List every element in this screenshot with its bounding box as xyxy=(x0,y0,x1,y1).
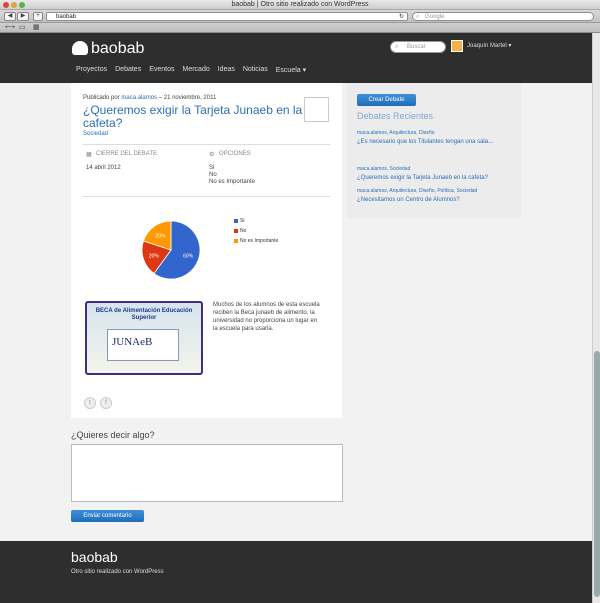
scrollbar-thumb[interactable] xyxy=(594,351,600,597)
site-footer: baobab Otro sitio realizado con WordPres… xyxy=(0,541,592,603)
reload-icon[interactable]: ↻ xyxy=(399,13,404,21)
option-no-es-importante: No es Importante xyxy=(209,179,256,185)
legend-item-no-es-importante: No es Importante xyxy=(234,238,278,244)
recent-debate-meta[interactable]: maca.alamos, Arquitectura, Diseño, Polít… xyxy=(357,187,517,196)
top-sites-icon[interactable]: ▦ xyxy=(33,23,40,33)
recent-debate-item: maca.alamos, Sociedad ¿Queremos exigir l… xyxy=(357,165,517,183)
calendar-icon: ▦ xyxy=(86,152,92,158)
chart-legend: Si No No es Importante xyxy=(234,218,278,248)
author-link[interactable]: maca.alamos xyxy=(121,95,157,101)
nav-item-noticias[interactable]: Noticias xyxy=(243,66,268,74)
search-icon: ⌕ xyxy=(416,14,420,20)
page-scrollbar[interactable] xyxy=(592,33,600,603)
url-text: baobab xyxy=(56,14,77,20)
close-window-button[interactable] xyxy=(3,2,9,8)
legend-swatch xyxy=(234,229,238,233)
pie-data-label: 20% xyxy=(155,233,166,239)
legend-label: No es Importante xyxy=(240,238,279,244)
nav-item-debates[interactable]: Debates xyxy=(115,66,141,74)
recent-debate-item: maca.alamos, Arquitectura, Diseño, Polít… xyxy=(357,187,517,205)
recent-debate-link[interactable]: ¿Necesitamos un Centro de Alumnos? xyxy=(357,196,517,205)
bookmarks-bar: ⟷ ▭ ▦ xyxy=(0,23,600,33)
legend-label: Si xyxy=(240,218,245,224)
option-no: No xyxy=(209,172,217,178)
legend-item-si: Si xyxy=(234,218,278,224)
minimize-window-button[interactable] xyxy=(11,2,17,8)
footer-logo[interactable]: baobab xyxy=(71,549,118,565)
user-avatar[interactable] xyxy=(451,40,463,52)
nav-item-ideas[interactable]: Ideas xyxy=(218,66,235,74)
recent-debate-meta[interactable]: maca.alamos, Sociedad xyxy=(357,165,517,174)
beca-image-title: BECA de Alimentación Educación Superior xyxy=(95,308,193,321)
create-debate-button[interactable]: Crear Debate xyxy=(357,94,416,106)
bookmarks-icon[interactable]: ▭ xyxy=(19,23,26,33)
comment-textarea[interactable] xyxy=(71,444,343,502)
sidebar: Crear Debate Debates Recientes maca.alam… xyxy=(347,83,521,218)
published-prefix: Publicado por xyxy=(83,95,120,101)
options-icon: ⚙ xyxy=(209,152,215,158)
junaeb-logo: JUNAeB xyxy=(112,336,153,348)
back-button[interactable]: ◀ xyxy=(4,12,16,21)
site-search-input[interactable]: ⌕ Buscar xyxy=(390,41,446,53)
post-thumbnail xyxy=(304,97,329,122)
options-label: OPCIONES xyxy=(219,151,251,157)
nav-item-eventos[interactable]: Eventos xyxy=(149,66,174,74)
baobab-logo-icon[interactable] xyxy=(72,41,88,55)
footer-tagline: Otro sitio realizado con WordPress xyxy=(71,569,164,575)
recent-debates-heading: Debates Recientes xyxy=(357,111,434,121)
post-body: Muchos de los alumnos de esta escuela re… xyxy=(213,302,320,332)
window-titlebar: baobab | Otro sitio realizado con WordPr… xyxy=(0,0,600,10)
post-title[interactable]: ¿Queremos exigir la Tarjeta Junaeb en la… xyxy=(83,104,303,130)
recent-debate-meta[interactable]: maca.alamos, Arquitectura, Diseño xyxy=(357,129,517,138)
category-link[interactable]: Sociedad xyxy=(83,131,108,137)
junaeb-logo-box: JUNAeB xyxy=(107,329,179,361)
recent-debate-link[interactable]: ¿Es necesario que los Titulantes tengan … xyxy=(357,138,517,147)
window-title: baobab | Otro sitio realizado con WordPr… xyxy=(231,1,369,8)
site-search-placeholder: Buscar xyxy=(407,44,426,50)
recent-debate-item: maca.alamos, Arquitectura, Diseño ¿Es ne… xyxy=(357,129,517,147)
close-date-label: CIERRE DEL DEBATE xyxy=(96,151,158,157)
site-logo[interactable]: baobab xyxy=(91,40,144,58)
debate-post: Publicado por maca.alamos – 21 noviembre… xyxy=(71,83,342,418)
twitter-share-icon[interactable]: t xyxy=(84,397,96,409)
poll-pie-chart: 60% 20% 20% xyxy=(141,220,201,280)
pie-data-label: 20% xyxy=(149,254,160,260)
forward-button[interactable]: ▶ xyxy=(17,12,29,21)
divider xyxy=(83,144,330,145)
legend-label: No xyxy=(240,228,247,234)
post-meta: Publicado por maca.alamos – 21 noviembre… xyxy=(83,95,216,101)
option-si: Si xyxy=(209,165,215,171)
pie-data-label: 60% xyxy=(183,254,194,260)
recent-debate-link[interactable]: ¿Queremos exigir la Tarjeta Junaeb en la… xyxy=(357,174,517,183)
post-date: – 21 noviembre, 2011 xyxy=(158,95,217,101)
legend-swatch xyxy=(234,239,238,243)
comment-heading: ¿Quieres decir algo? xyxy=(71,430,155,440)
submit-comment-button[interactable]: Enviar comentario xyxy=(71,510,144,522)
add-bookmark-button[interactable]: + xyxy=(33,12,43,21)
legend-swatch xyxy=(234,219,238,223)
divider xyxy=(83,196,330,197)
beca-image[interactable]: BECA de Alimentación Educación Superior … xyxy=(85,301,203,375)
user-menu[interactable]: Joaquín Martel ▾ xyxy=(467,42,511,49)
main-nav: Proyectos Debates Eventos Mercado Ideas … xyxy=(76,66,306,74)
address-bar[interactable]: baobab ↻ xyxy=(46,12,408,21)
browser-toolbar: ◀ ▶ + baobab ↻ ⌕ Google xyxy=(0,10,600,23)
close-date-value: 14 abril 2012 xyxy=(86,165,121,171)
nav-item-escuela[interactable]: Escuela ▾ xyxy=(276,66,306,74)
legend-item-no: No xyxy=(234,228,278,234)
search-icon: ⌕ xyxy=(395,44,399,50)
browser-search-placeholder: Google xyxy=(425,14,445,20)
zoom-window-button[interactable] xyxy=(19,2,25,8)
site-header: baobab ⌕ Buscar Joaquín Martel ▾ Proyect… xyxy=(0,33,592,83)
nav-item-proyectos[interactable]: Proyectos xyxy=(76,66,107,74)
reading-list-icon[interactable]: ⟷ xyxy=(5,23,15,33)
browser-search-field[interactable]: ⌕ Google xyxy=(412,12,594,21)
nav-item-mercado[interactable]: Mercado xyxy=(183,66,210,74)
facebook-share-icon[interactable]: f xyxy=(100,397,112,409)
